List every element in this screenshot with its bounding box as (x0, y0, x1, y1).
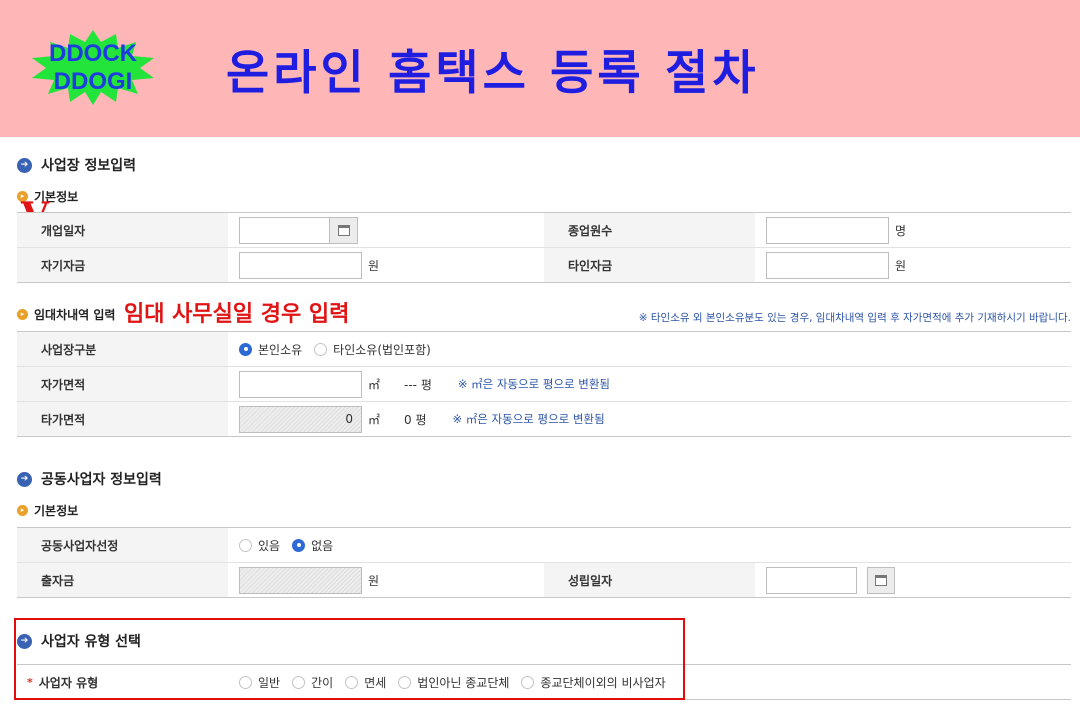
svg-text:DDOGI: DDOGI (54, 68, 133, 95)
ddock-ddogi-logo: DDOCK DDOGI (32, 30, 154, 105)
own-area-label: 자가면적 (17, 367, 228, 401)
lease-notice: ※ 타인소유 외 본인소유분도 있는 경우, 임대차내역 입력 후 자가면적에 … (638, 312, 1071, 324)
highlight-box (14, 618, 685, 700)
conversion-note: ※ ㎡은 자동으로 평으로 변환됨 (457, 377, 611, 391)
other-area-label: 타가면적 (17, 402, 228, 436)
section-title: 공동사업자 정보입력 (41, 472, 162, 488)
arrow-circle-icon: ▸ (17, 309, 28, 320)
other-capital-label: 타인자금 (544, 248, 755, 282)
radio-yes[interactable] (239, 538, 252, 552)
header-banner: DDOCK DDOGI 온라인 홈택스 등록 절차 (0, 0, 1080, 137)
investment-field: 원 (239, 563, 379, 597)
premises-type-label: 사업장구분 (17, 332, 228, 366)
other-area-input (239, 405, 362, 433)
open-date-field (239, 213, 358, 247)
business-basic-table: 개업일자 종업원수 명 자기자금 원 타인자금 원 (17, 212, 1071, 283)
unit-label: 원 (895, 258, 907, 273)
calendar-icon (337, 224, 350, 236)
unit-label: 원 (368, 258, 380, 273)
own-capital-field: 원 (239, 248, 379, 282)
table-row: 개업일자 종업원수 명 (17, 213, 1071, 248)
other-capital-field: 원 (766, 248, 906, 282)
employees-field: 명 (766, 213, 906, 247)
table-row: 사업장구분 본인소유 타인소유(법인포함) (17, 332, 1071, 367)
radio-other[interactable] (314, 342, 328, 356)
employees-label: 종업원수 (544, 213, 755, 247)
radio-own[interactable] (239, 342, 252, 356)
pyeong-value: --- 평 (404, 377, 432, 392)
investment-label: 출자금 (17, 563, 228, 597)
joint-table: 공동사업자선정 있음 없음 출자금 원 성립일자 (17, 527, 1071, 598)
unit-label: ㎡ (368, 412, 381, 427)
established-date-input[interactable] (766, 566, 857, 594)
svg-text:DDOCK: DDOCK (49, 40, 138, 67)
subsection-title: 기본정보 (34, 504, 79, 518)
section-title: 사업장 정보입력 (41, 158, 137, 174)
radio-label: 있음 (258, 538, 281, 553)
joint-select-label: 공동사업자선정 (17, 528, 228, 562)
subsection-title: 임대차내역 입력 (34, 308, 116, 322)
section-joint-info: ➔ 공동사업자 정보입력 (17, 469, 162, 489)
open-date-label: 개업일자 (17, 213, 228, 247)
arrow-circle-icon: ➔ (17, 471, 32, 487)
joint-select-radios: 있음 없음 (239, 528, 345, 562)
other-area-field: ㎡ 0 평 ※ ㎡은 자동으로 평으로 변환됨 (239, 402, 605, 436)
radio-label: 타인소유(법인포함) (333, 342, 431, 357)
open-date-input[interactable] (239, 216, 330, 244)
table-row: 공동사업자선정 있음 없음 (17, 528, 1071, 563)
premises-type-radios: 본인소유 타인소유(법인포함) (239, 332, 443, 366)
table-row: 출자금 원 성립일자 (17, 563, 1071, 598)
calendar-button[interactable] (867, 566, 895, 594)
established-date-label: 성립일자 (544, 563, 755, 597)
radio-label: 본인소유 (258, 342, 303, 357)
radio-label: 없음 (311, 538, 334, 553)
unit-label: 명 (895, 223, 907, 238)
established-date-field (766, 563, 895, 597)
calendar-button[interactable] (330, 216, 358, 244)
calendar-icon (875, 574, 887, 586)
banner-title: 온라인 홈택스 등록 절차 (226, 46, 760, 101)
investment-input (239, 566, 362, 594)
radio-no[interactable] (292, 538, 306, 552)
lease-table: 사업장구분 본인소유 타인소유(법인포함) 자가면적 ㎡ --- 평 ※ ㎡은 … (17, 331, 1071, 437)
table-row: 자기자금 원 타인자금 원 (17, 248, 1071, 283)
subsection-basic-info: ▸ 기본정보 (17, 502, 78, 519)
subsection-lease: ▸ 임대차내역 입력 (17, 306, 115, 323)
arrow-circle-icon: ➔ (17, 157, 32, 173)
unit-label: ㎡ (368, 377, 381, 392)
own-area-field: ㎡ --- 평 ※ ㎡은 자동으로 평으로 변환됨 (239, 367, 610, 401)
table-row: 타가면적 ㎡ 0 평 ※ ㎡은 자동으로 평으로 변환됨 (17, 402, 1071, 437)
table-row: 자가면적 ㎡ --- 평 ※ ㎡은 자동으로 평으로 변환됨 (17, 367, 1071, 402)
own-area-input[interactable] (239, 370, 362, 398)
pyeong-value: 0 평 (404, 412, 427, 427)
employees-input[interactable] (766, 216, 889, 244)
lease-handwritten-note: 임대 사무실일 경우 입력 (124, 301, 350, 327)
arrow-circle-icon: ▸ (17, 505, 28, 516)
section-business-info: ➔ 사업장 정보입력 (17, 155, 136, 175)
own-capital-label: 자기자금 (17, 248, 228, 282)
own-capital-input[interactable] (239, 251, 362, 279)
unit-label: 원 (368, 573, 380, 588)
conversion-note: ※ ㎡은 자동으로 평으로 변환됨 (452, 412, 605, 426)
other-capital-input[interactable] (766, 251, 889, 279)
